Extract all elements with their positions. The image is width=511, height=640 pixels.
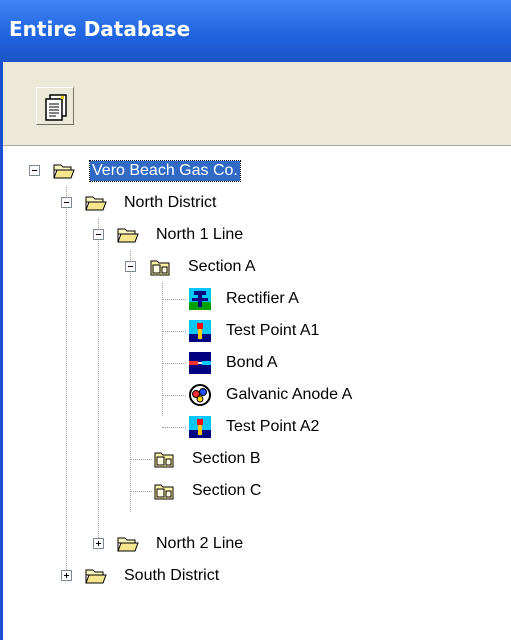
tree-node-label: Galvanic Anode A [226,386,353,403]
tree-node-section-a[interactable]: Section A [3,251,511,283]
tree-node-label: North 1 Line [156,226,244,243]
panel-title: Entire Database [9,17,191,41]
toolbar [3,62,511,146]
tree-node-label: Test Point A2 [226,418,320,435]
collapse-toggle[interactable] [29,165,40,176]
tree-node-vero-beach-gas-co[interactable]: Vero Beach Gas Co. [3,155,511,187]
rectifier-icon [189,288,211,310]
tree-node-north-district[interactable]: North District [3,187,511,219]
tree-node-north-1-line[interactable]: North 1 Line [3,219,511,251]
tree-node-north-2-line[interactable]: North 2 Line [3,528,511,560]
galvanic-anode-icon [189,384,211,406]
bond-icon [189,352,211,374]
tree-node-bond-a[interactable]: Bond A [3,347,511,379]
report-button[interactable] [36,87,74,125]
section-folder-icon [154,484,174,500]
collapse-toggle[interactable] [61,197,72,208]
folder-open-icon [53,164,75,179]
collapse-toggle[interactable] [125,261,136,272]
tree-node-galvanic-anode-a[interactable]: Galvanic Anode A [3,379,511,411]
test-point-icon [189,416,211,438]
tree-node-label: Section C [192,482,262,499]
tree-node-section-b[interactable]: Section B [3,443,511,475]
tree-node-rectifier-a[interactable]: Rectifier A [3,283,511,315]
tree-node-label: Vero Beach Gas Co. [89,160,241,182]
database-tree: Vero Beach Gas Co. North District North … [3,146,511,640]
folder-open-icon [117,228,139,243]
panel-header: Entire Database [0,0,511,62]
tree-node-label: North District [124,194,217,211]
section-folder-icon [154,452,174,468]
collapse-toggle[interactable] [93,229,104,240]
tree-node-test-point-a2[interactable]: Test Point A2 [3,411,511,443]
tree-node-south-district[interactable]: South District [3,560,511,592]
tree-node-label: Bond A [226,354,278,371]
tree-node-section-c[interactable]: Section C [3,475,511,507]
tree-node-label: Section A [188,258,256,275]
tree-node-label: Rectifier A [226,290,299,307]
section-folder-icon [150,260,170,276]
folder-open-icon [85,196,107,211]
tree-node-label: Section B [192,450,261,467]
tree-node-test-point-a1[interactable]: Test Point A1 [3,315,511,347]
tree-node-label: South District [124,567,220,584]
tree-node-label: Test Point A1 [226,322,320,339]
folder-open-icon [117,537,139,552]
report-icon [45,94,67,121]
folder-open-icon [85,569,107,584]
expand-toggle[interactable] [93,538,104,549]
test-point-icon [189,320,211,342]
tree-node-label: North 2 Line [156,535,244,552]
expand-toggle[interactable] [61,570,72,581]
